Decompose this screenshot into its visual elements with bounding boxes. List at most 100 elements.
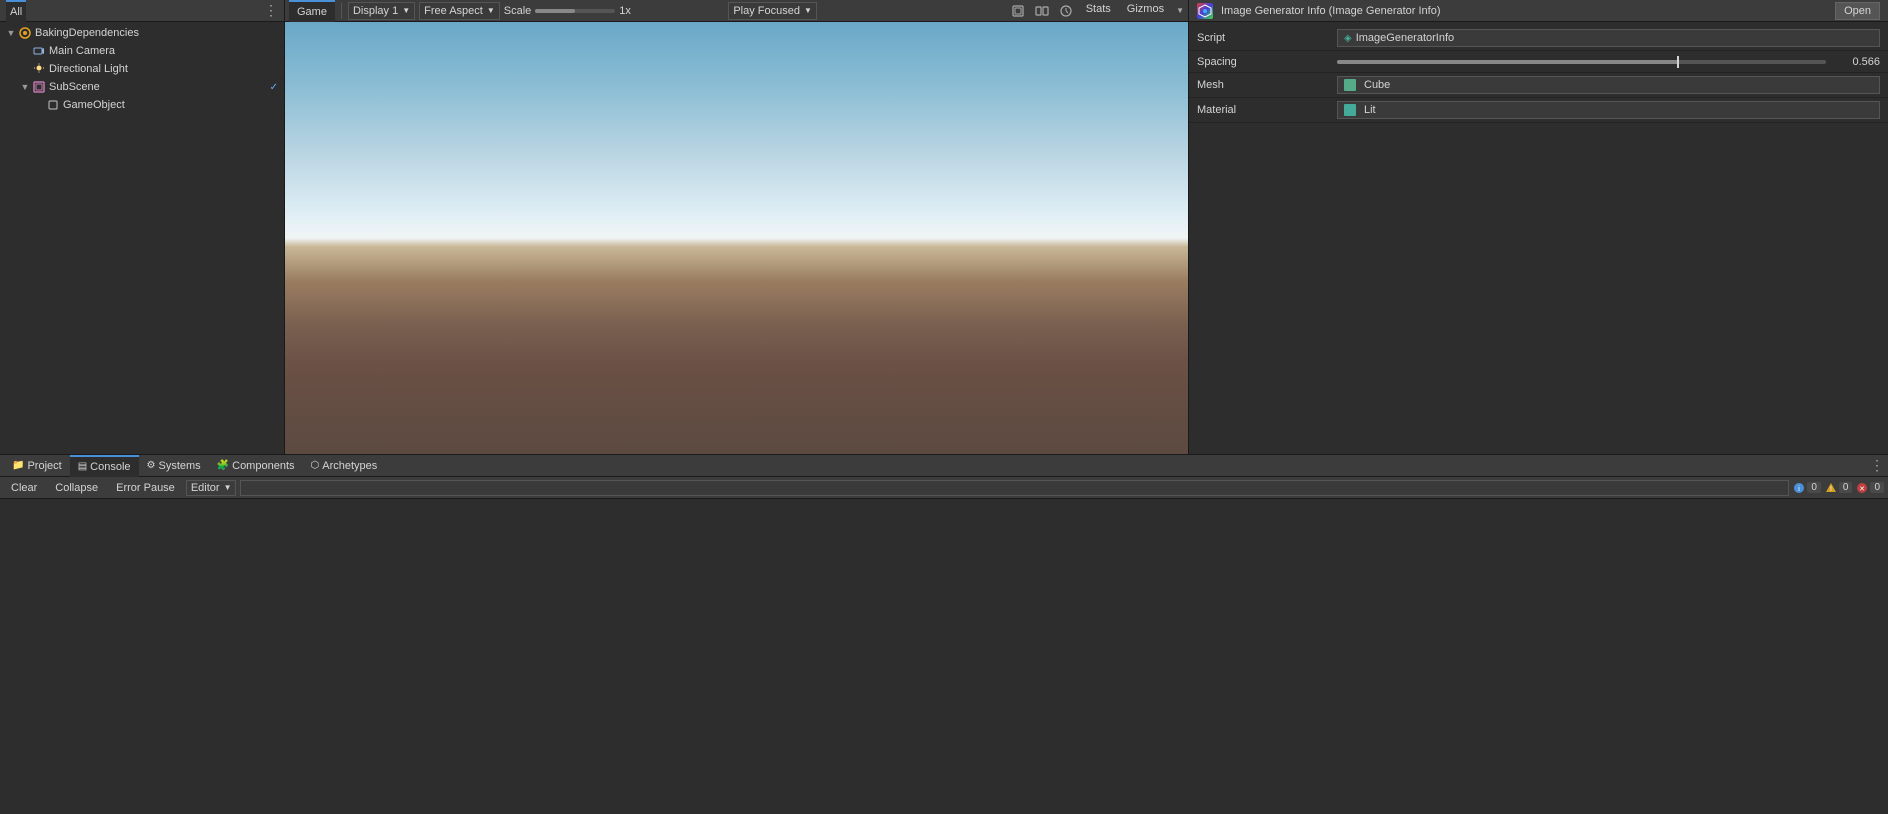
- scale-container: Scale 1x: [504, 5, 631, 17]
- hierarchy-label-gameobject: GameObject: [63, 99, 125, 111]
- inspector-panel-icon: [1197, 3, 1213, 19]
- editor-label: Editor: [191, 482, 220, 494]
- editor-arrow: ▼: [224, 483, 232, 492]
- warn-count-badge: 0: [1839, 482, 1853, 493]
- hierarchy-panel: All ⋮ ▼ BakingDependencies: [0, 0, 285, 454]
- hierarchy-header: All ⋮: [0, 0, 284, 22]
- display-arrow: ▼: [402, 6, 410, 15]
- script-label: Script: [1197, 32, 1337, 44]
- script-field[interactable]: ◈ ImageGeneratorInfo: [1337, 29, 1880, 47]
- inspector-content: Script ◈ ImageGeneratorInfo Spacing: [1189, 22, 1888, 454]
- right-toolbar: Stats Gizmos ▼: [1008, 2, 1184, 20]
- main-area: All ⋮ ▼ BakingDependencies: [0, 0, 1888, 454]
- aspect-dropdown[interactable]: Free Aspect ▼: [419, 2, 500, 20]
- mesh-name: Cube: [1364, 79, 1390, 91]
- play-focused-btn[interactable]: Play Focused ▼: [728, 2, 817, 20]
- gizmos-btn[interactable]: Gizmos: [1121, 2, 1170, 20]
- hierarchy-menu-dots[interactable]: ⋮: [264, 2, 278, 19]
- tab-project-label: Project: [27, 460, 61, 472]
- hierarchy-label-camera: Main Camera: [49, 45, 115, 57]
- systems-tab-icon: ⚙: [147, 460, 156, 471]
- subscene-icon: [32, 80, 46, 94]
- material-value: Lit: [1337, 101, 1880, 119]
- hierarchy-item-gameobject[interactable]: GameObject: [0, 96, 284, 114]
- tab-archetypes[interactable]: ⬡ Archetypes: [303, 455, 386, 477]
- stats-btn[interactable]: Stats: [1080, 2, 1117, 20]
- inspector-header: Image Generator Info (Image Generator In…: [1189, 0, 1888, 22]
- aspect-label: Free Aspect: [424, 5, 483, 17]
- warn-count: ! 0: [1825, 482, 1853, 494]
- material-name: Lit: [1364, 104, 1376, 116]
- spacing-label: Spacing: [1197, 56, 1337, 68]
- info-count: i 0: [1793, 482, 1821, 494]
- scale-slider[interactable]: [535, 9, 615, 13]
- toggle-btn-3[interactable]: [1056, 2, 1076, 20]
- material-icon: [1344, 104, 1356, 116]
- expand-arrow-subscene[interactable]: ▼: [18, 82, 32, 92]
- components-tab-icon: 🧩: [217, 460, 229, 471]
- spacing-slider-track[interactable]: [1337, 60, 1826, 64]
- material-field[interactable]: Lit: [1337, 101, 1880, 119]
- bottom-tabs: 📁 Project ▤ Console ⚙ Systems 🧩 Componen…: [0, 455, 1888, 477]
- tab-project[interactable]: 📁 Project: [4, 455, 70, 477]
- material-label: Material: [1197, 104, 1337, 116]
- toggle-btn-1[interactable]: [1008, 2, 1028, 20]
- hierarchy-item-subscene[interactable]: ▼ SubScene ✓: [0, 78, 284, 96]
- script-name: ImageGeneratorInfo: [1356, 32, 1454, 44]
- archetypes-tab-icon: ⬡: [311, 460, 320, 471]
- gameobj-icon: [46, 98, 60, 112]
- light-icon: [32, 62, 46, 76]
- console-toolbar: Clear Collapse Error Pause Editor ▼ i 0 …: [0, 477, 1888, 499]
- tab-components[interactable]: 🧩 Components: [209, 455, 303, 477]
- collapse-btn[interactable]: Collapse: [48, 480, 105, 496]
- open-button[interactable]: Open: [1835, 2, 1880, 20]
- editor-dropdown[interactable]: Editor ▼: [186, 480, 237, 496]
- tab-systems[interactable]: ⚙ Systems: [139, 455, 209, 477]
- clear-btn[interactable]: Clear: [4, 480, 44, 496]
- aspect-arrow: ▼: [487, 6, 495, 15]
- scale-value: 1x: [619, 5, 631, 17]
- inspector-panel-title: Image Generator Info (Image Generator In…: [1221, 5, 1441, 17]
- error-pause-btn[interactable]: Error Pause: [109, 480, 182, 496]
- game-tab[interactable]: Game: [289, 0, 335, 22]
- play-arrow: ▼: [804, 6, 812, 15]
- info-count-badge: 0: [1807, 482, 1821, 493]
- play-label: Play Focused: [733, 5, 800, 17]
- hierarchy-item-baking-deps[interactable]: ▼ BakingDependencies: [0, 24, 284, 42]
- tab-components-label: Components: [232, 460, 294, 472]
- hierarchy-label-baking: BakingDependencies: [35, 27, 139, 39]
- display-dropdown[interactable]: Display 1 ▼: [348, 2, 415, 20]
- tab-archetypes-label: Archetypes: [322, 460, 377, 472]
- inspector-panel: Image Generator Info (Image Generator In…: [1188, 0, 1888, 454]
- gizmos-arrow[interactable]: ▼: [1176, 6, 1184, 15]
- mesh-field[interactable]: Cube: [1337, 76, 1880, 94]
- hierarchy-item-dir-light[interactable]: Directional Light: [0, 60, 284, 78]
- inspector-row-spacing: Spacing 0.566: [1189, 51, 1888, 73]
- console-search-input[interactable]: [240, 480, 1789, 496]
- toolbar-sep-1: [341, 3, 342, 19]
- mesh-value: Cube: [1337, 76, 1880, 94]
- bottom-area: 📁 Project ▤ Console ⚙ Systems 🧩 Componen…: [0, 454, 1888, 814]
- script-icon: ◈: [1344, 33, 1352, 44]
- spacing-value-container: 0.566: [1337, 56, 1880, 68]
- svg-text:!: !: [1830, 486, 1832, 493]
- inspector-row-mesh: Mesh Cube: [1189, 73, 1888, 98]
- game-toolbar: Game Display 1 ▼ Free Aspect ▼ Scale: [285, 0, 1188, 22]
- display-label: Display 1: [353, 5, 398, 17]
- subscene-check: ✓: [270, 82, 284, 93]
- hierarchy-tab[interactable]: All: [6, 0, 26, 22]
- play-bar: Play Focused ▼: [728, 2, 817, 20]
- hierarchy-label-light: Directional Light: [49, 63, 128, 75]
- expand-arrow-baking[interactable]: ▼: [4, 28, 18, 38]
- tab-console[interactable]: ▤ Console: [70, 455, 139, 477]
- scene-icon: [18, 26, 32, 40]
- spacing-slider-thumb[interactable]: [1677, 56, 1679, 68]
- error-count: ✕ 0: [1856, 482, 1884, 494]
- toggle-btn-2[interactable]: [1032, 2, 1052, 20]
- game-canvas: [285, 22, 1188, 454]
- error-count-badge: 0: [1870, 482, 1884, 493]
- mesh-label: Mesh: [1197, 79, 1337, 91]
- hierarchy-item-main-camera[interactable]: Main Camera: [0, 42, 284, 60]
- bottom-tab-menu[interactable]: ⋮: [1870, 457, 1884, 474]
- inspector-row-material: Material Lit: [1189, 98, 1888, 123]
